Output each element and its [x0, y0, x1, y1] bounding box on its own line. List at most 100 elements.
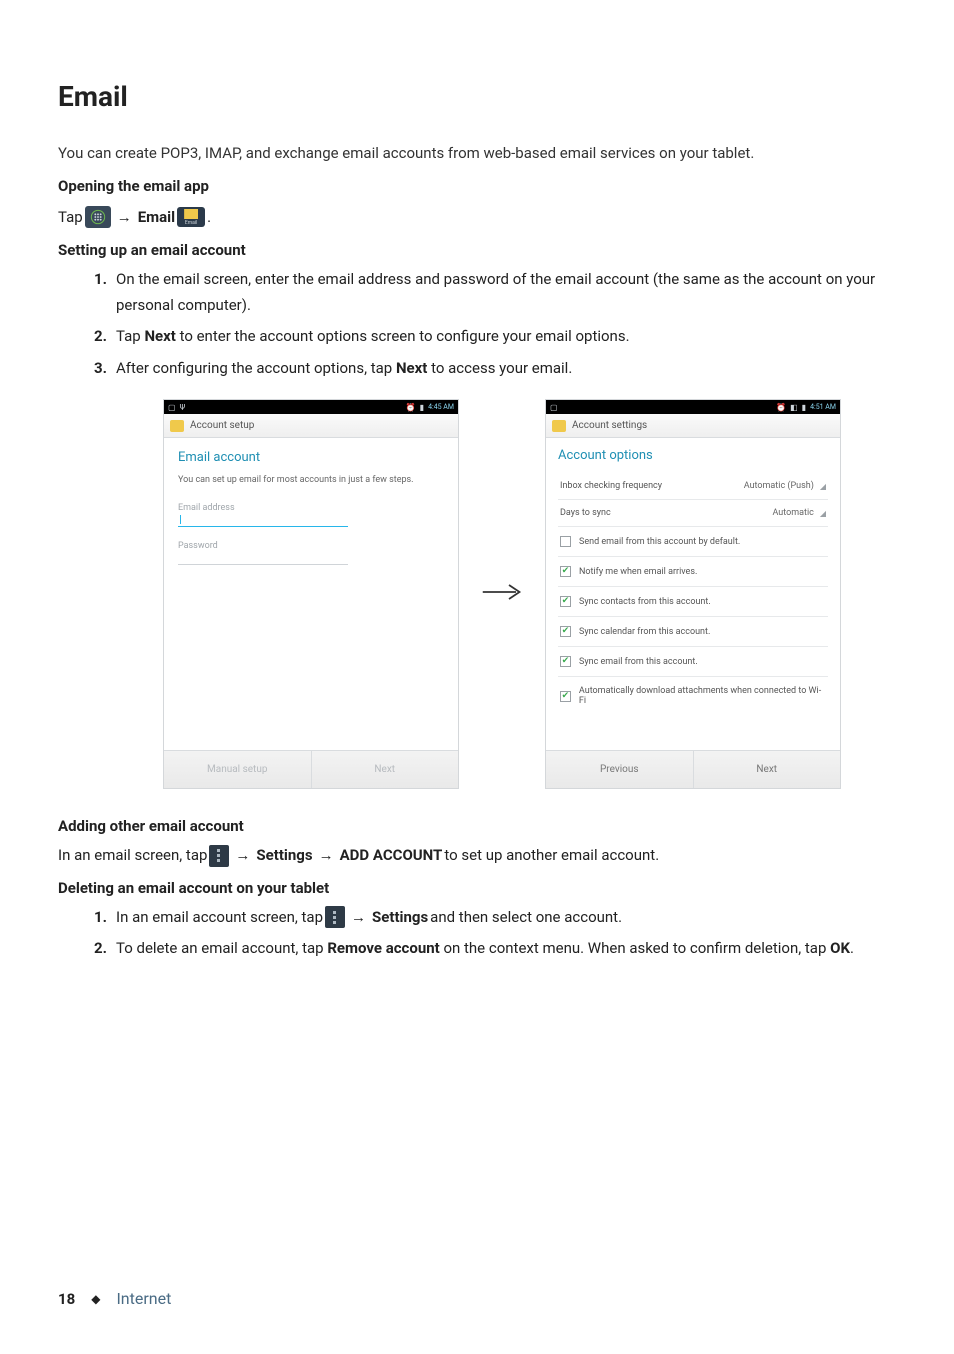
footer-diamond-icon: ◆: [91, 1292, 100, 1306]
adding-pre: In an email screen, tap: [58, 843, 207, 869]
setup-step-3: After configuring the account options, t…: [94, 356, 896, 382]
default-account-checkbox-row[interactable]: Send email from this account by default.: [558, 527, 828, 557]
setup-hint: You can set up email for most accounts i…: [178, 475, 444, 487]
sync-email-checkbox-row[interactable]: Sync email from this account.: [558, 647, 828, 677]
section-title: Email account: [178, 450, 444, 465]
notify-checkbox-row[interactable]: Notify me when email arrives.: [558, 557, 828, 587]
step-text: To delete an email account, tap: [116, 939, 327, 957]
email-icon: [170, 420, 184, 432]
email-icon: [552, 420, 566, 432]
bottom-bar: Manual setup Next: [164, 750, 458, 788]
check-label: Send email from this account by default.: [579, 537, 740, 547]
intro-paragraph: You can create POP3, IMAP, and exchange …: [58, 141, 896, 165]
next-button[interactable]: Next: [311, 751, 459, 788]
battery-icon: ▮: [802, 403, 806, 412]
usb-icon: Ψ: [180, 403, 186, 412]
step-text: Tap: [116, 327, 144, 345]
battery-icon: ▮: [420, 403, 424, 412]
manual-setup-button[interactable]: Manual setup: [164, 751, 311, 788]
password-field-label: Password: [178, 541, 444, 551]
step-bold: Remove account: [327, 939, 439, 957]
arrow-glyph: →: [347, 905, 370, 931]
auto-download-checkbox-row[interactable]: Automatically download attachments when …: [558, 677, 828, 715]
screenshot-account-setup: ▢ Ψ ⏰ ▮ 4:45 AM Account setup Email acco…: [163, 399, 459, 789]
status-time: 4:45 AM: [428, 403, 454, 411]
wifi-icon: ◧: [790, 403, 798, 412]
setup-step-1: On the email screen, enter the email add…: [94, 267, 896, 318]
apps-grid-icon: [85, 206, 111, 228]
step-text: to access your email.: [427, 359, 572, 377]
setup-step-2: Tap Next to enter the account options sc…: [94, 324, 896, 350]
add-account-label: ADD ACCOUNT: [340, 843, 443, 869]
previous-button[interactable]: Previous: [546, 751, 693, 788]
alarm-icon: ⏰: [406, 403, 416, 412]
adding-line: In an email screen, tap → Settings → ADD…: [58, 843, 896, 869]
step-text: After configuring the account options, t…: [116, 359, 396, 377]
step-bold: Next: [144, 327, 175, 345]
footer-section: Internet: [116, 1289, 171, 1308]
email-field[interactable]: [178, 517, 348, 527]
email-field-label: Email address: [178, 503, 444, 513]
setup-steps-list: On the email screen, enter the email add…: [94, 267, 896, 381]
status-bar: ▢ ⏰ ◧ ▮ 4:51 AM: [546, 400, 840, 414]
sync-calendar-checkbox-row[interactable]: Sync calendar from this account.: [558, 617, 828, 647]
option-label: Days to sync: [560, 508, 611, 518]
inbox-frequency-row[interactable]: Inbox checking frequency Automatic (Push…: [558, 473, 828, 500]
checkbox-checked-icon: [560, 656, 571, 667]
days-to-sync-row[interactable]: Days to sync Automatic ◢: [558, 500, 828, 527]
checkbox-checked-icon: [560, 596, 571, 607]
screenshot-account-options: ▢ ⏰ ◧ ▮ 4:51 AM Account settings Account…: [545, 399, 841, 789]
screen-body: Email account You can set up email for m…: [164, 438, 458, 750]
step-text: to enter the account options screen to c…: [176, 327, 630, 345]
password-field[interactable]: [178, 555, 348, 565]
bottom-bar: Previous Next: [546, 750, 840, 788]
checkbox-checked-icon: [560, 566, 571, 577]
tap-prefix: Tap: [58, 203, 83, 231]
check-label: Automatically download attachments when …: [579, 686, 826, 706]
check-label: Sync calendar from this account.: [579, 627, 710, 637]
tap-period: .: [207, 203, 211, 231]
next-button[interactable]: Next: [693, 751, 841, 788]
check-label: Notify me when email arrives.: [579, 567, 697, 577]
adding-post: to set up another email account.: [444, 843, 659, 869]
email-label: Email: [138, 203, 175, 231]
step-text: .: [850, 939, 854, 957]
titlebar-text: Account settings: [572, 420, 647, 431]
checkbox-checked-icon: [560, 626, 571, 637]
email-app-icon: Email: [177, 207, 205, 227]
titlebar-text: Account setup: [190, 420, 254, 431]
opening-tap-line: Tap → Email Email .: [58, 203, 896, 231]
checkbox-checked-icon: [560, 691, 571, 702]
screenshots-row: ▢ Ψ ⏰ ▮ 4:45 AM Account setup Email acco…: [108, 399, 896, 789]
email-icon-caption: Email: [185, 220, 197, 226]
step-text: On the email screen, enter the email add…: [116, 270, 875, 314]
step-text: In an email account screen, tap: [116, 905, 323, 931]
step-text: and then select one account.: [430, 905, 622, 931]
arrow-glyph: →: [315, 843, 338, 869]
tablet-icon: ▢: [168, 403, 176, 412]
check-label: Sync email from this account.: [579, 657, 698, 667]
setup-subheading: Setting up an email account: [58, 241, 896, 259]
dropdown-triangle-icon: ◢: [820, 509, 826, 518]
tablet-icon: ▢: [550, 403, 558, 412]
opening-subheading: Opening the email app: [58, 177, 896, 195]
screen-titlebar: Account setup: [164, 414, 458, 438]
delete-steps-list: In an email account screen, tap → Settin…: [94, 905, 896, 962]
delete-step-1: In an email account screen, tap → Settin…: [94, 905, 896, 931]
overflow-menu-icon: [209, 845, 229, 867]
option-label: Inbox checking frequency: [560, 481, 662, 491]
flow-arrow-icon: [481, 578, 523, 610]
option-value: Automatic: [772, 508, 813, 518]
check-label: Sync contacts from this account.: [579, 597, 711, 607]
dropdown-triangle-icon: ◢: [820, 482, 826, 491]
section-title: Account options: [558, 448, 828, 463]
step-bold: Next: [396, 359, 427, 377]
delete-step-2: To delete an email account, tap Remove a…: [94, 936, 896, 962]
page-number: 18: [58, 1290, 75, 1308]
step-text: on the context menu. When asked to confi…: [440, 939, 830, 957]
sync-contacts-checkbox-row[interactable]: Sync contacts from this account.: [558, 587, 828, 617]
status-bar: ▢ Ψ ⏰ ▮ 4:45 AM: [164, 400, 458, 414]
page-footer: 18 ◆ Internet: [58, 1289, 171, 1308]
overflow-menu-icon: [325, 906, 345, 928]
step-bold: Settings: [372, 905, 428, 931]
